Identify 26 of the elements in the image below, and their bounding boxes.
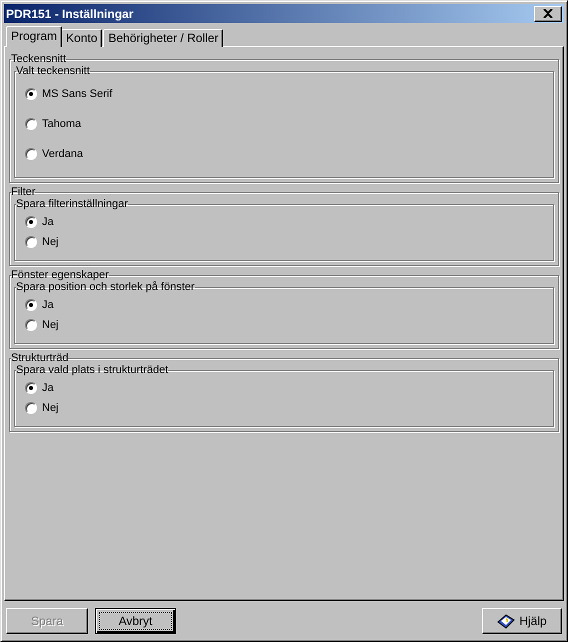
radio-option[interactable]: Nej — [25, 398, 59, 418]
radio-option[interactable]: Nej — [25, 232, 59, 252]
radio-option[interactable]: Ja — [25, 295, 54, 315]
help-button[interactable]: Hjälp — [482, 608, 562, 634]
radio-option[interactable]: MS Sans Serif — [25, 79, 112, 109]
radio-option[interactable]: Tahoma — [25, 109, 82, 139]
radio-option[interactable]: Verdana — [25, 139, 83, 169]
radio-option[interactable]: Ja — [25, 378, 54, 398]
group-title: Valt teckensnitt — [16, 65, 90, 77]
radio-option[interactable]: Ja — [25, 212, 54, 232]
window-title: PDR151 - Inställningar — [6, 6, 134, 20]
group-title: Spara filterinställningar — [16, 198, 128, 210]
close-icon — [543, 9, 553, 18]
close-button[interactable] — [534, 6, 562, 22]
group-title: Filter — [11, 186, 36, 198]
group-title: Strukturträd — [11, 352, 68, 364]
group-title: Spara position och storlek på fönster — [16, 281, 195, 293]
group-title: Fönster egenskaper — [11, 269, 109, 281]
tab[interactable]: Program — [6, 26, 62, 47]
tab[interactable]: Konto — [61, 29, 102, 47]
dialog-button[interactable]: Avbryt — [95, 608, 176, 634]
tab[interactable]: Behörigheter / Roller — [103, 29, 224, 47]
book-icon — [497, 613, 516, 629]
group-title: Teckensnitt — [11, 53, 66, 65]
radio-option[interactable]: Nej — [25, 315, 59, 335]
group-title: Spara vald plats i strukturträdet — [16, 364, 168, 376]
